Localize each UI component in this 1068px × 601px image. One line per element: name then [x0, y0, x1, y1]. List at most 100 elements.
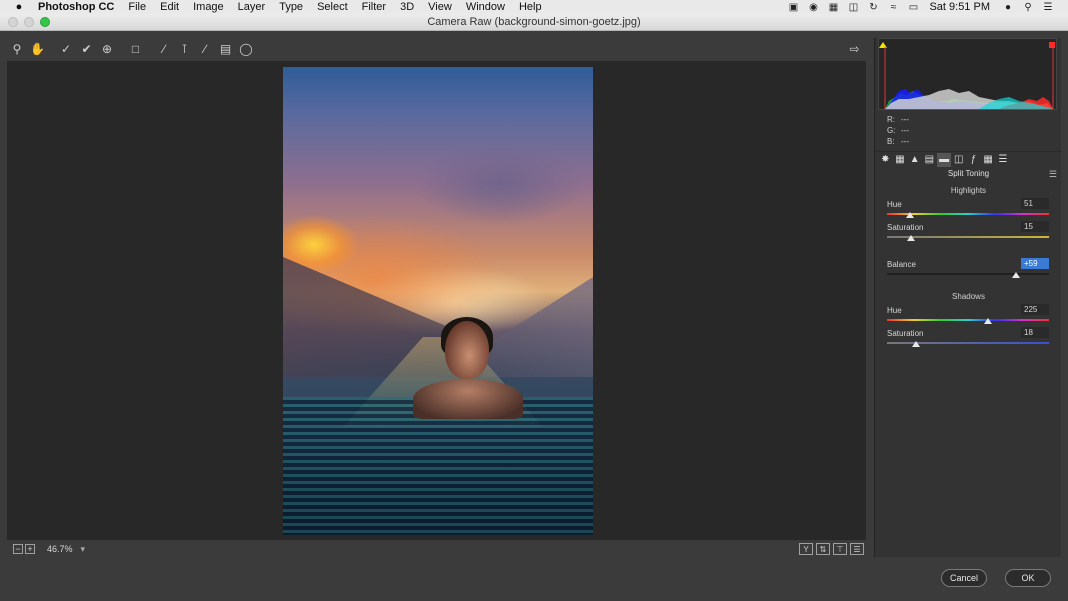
graduated-filter-icon[interactable]: ▤ — [216, 39, 236, 59]
hand-tool-icon[interactable]: ✋ — [28, 39, 48, 59]
color-sampler-tool-icon[interactable]: ✔ — [77, 39, 97, 59]
tab-effects-icon[interactable]: ƒ — [966, 153, 981, 167]
notification-center-icon[interactable]: ☰ — [1038, 0, 1058, 14]
menu-clock[interactable]: Sat 9:51 PM — [923, 1, 998, 13]
zoom-out-button[interactable]: − — [13, 544, 23, 554]
tab-basic-icon[interactable]: ✸ — [878, 153, 893, 167]
balance-slider[interactable]: Balance +59 — [887, 258, 1049, 282]
balance-thumb[interactable] — [1011, 272, 1020, 278]
tab-presets-icon[interactable]: ☰ — [996, 153, 1011, 167]
shadows-saturation-slider[interactable]: Saturation 18 — [887, 327, 1049, 351]
view-buttons: Y ⇅ ⊤ ☰ — [799, 543, 866, 555]
photo-face — [445, 321, 489, 379]
before-after-view-icon[interactable]: Y — [799, 543, 813, 555]
radial-filter-icon[interactable]: ◯ — [236, 39, 256, 59]
tab-detail-icon[interactable]: ▲ — [907, 153, 922, 167]
tab-lens-corrections-icon[interactable]: ◫ — [951, 153, 966, 167]
highlights-heading: Highlights — [950, 186, 987, 195]
highlights-hue-thumb[interactable] — [905, 212, 914, 218]
targeted-adjustment-tool-icon[interactable]: ⊕ — [97, 39, 117, 59]
minimize-window-button[interactable] — [24, 17, 34, 27]
ok-button[interactable]: OK — [1005, 569, 1051, 587]
display-icon[interactable]: ▦ — [823, 0, 843, 14]
blue-value: --- — [901, 137, 909, 146]
panel-title: Split Toning — [947, 169, 990, 178]
swap-settings-icon[interactable]: ⇅ — [816, 543, 830, 555]
apple-icon[interactable]: ● — [12, 0, 26, 14]
dialog-footer: Cancel OK — [0, 559, 1068, 601]
blue-label: B: — [887, 137, 895, 146]
adjustment-panel: R: --- G: --- B: --- ✸ ▦ ▲ ▤ ▬ ◫ ƒ ▦ ☰ Spli… — [874, 38, 1062, 557]
shadows-hue-slider[interactable]: Hue 225 — [887, 304, 1049, 328]
zoom-dropdown-icon[interactable]: ▾ — [81, 544, 86, 555]
close-window-button[interactable] — [8, 17, 18, 27]
white-balance-tool-icon[interactable]: ✓ — [56, 39, 76, 59]
user-icon[interactable]: ● — [998, 0, 1018, 14]
maximize-window-button[interactable] — [40, 17, 50, 27]
shadows-saturation-thumb[interactable] — [912, 341, 921, 347]
shadows-saturation-value[interactable]: 18 — [1021, 327, 1049, 338]
adjustment-brush-icon[interactable]: ∕ — [195, 39, 215, 59]
shadow-clipping-icon[interactable] — [879, 42, 887, 48]
balance-track[interactable] — [887, 273, 1049, 275]
shadows-heading: Shadows — [952, 292, 985, 301]
screen-record-icon[interactable]: ▣ — [783, 0, 803, 14]
menu-image[interactable]: Image — [186, 0, 231, 14]
time-machine-icon[interactable]: ↻ — [863, 0, 883, 14]
shadows-hue-track[interactable] — [887, 319, 1049, 321]
highlights-hue-value[interactable]: 51 — [1021, 198, 1049, 209]
tab-tone-curve-icon[interactable]: ▦ — [893, 153, 908, 167]
zoom-in-button[interactable]: + — [25, 544, 35, 554]
creative-cloud-icon[interactable]: ◉ — [803, 0, 823, 14]
grid-icon[interactable]: ◫ — [843, 0, 863, 14]
menu-filter[interactable]: Filter — [355, 0, 393, 14]
open-preferences-icon[interactable]: ⇨ — [845, 39, 865, 59]
straighten-tool-icon[interactable]: ∕ — [154, 39, 174, 59]
red-value: --- — [901, 115, 909, 124]
spotlight-icon[interactable]: ⚲ — [1018, 0, 1038, 14]
tab-split-toning-icon[interactable]: ▬ — [936, 152, 952, 167]
shadows-hue-value[interactable]: 225 — [1021, 304, 1049, 315]
shadows-saturation-label: Saturation — [887, 329, 924, 338]
window-title: Camera Raw (background-simon-goetz.jpg) — [427, 16, 641, 28]
menu-3d[interactable]: 3D — [393, 0, 421, 14]
zoom-tool-icon[interactable]: ⚲ — [7, 39, 27, 59]
toggle-settings-icon[interactable]: ☰ — [850, 543, 864, 555]
menu-edit[interactable]: Edit — [153, 0, 186, 14]
histogram-graph — [879, 42, 1055, 110]
preview-image[interactable] — [283, 67, 593, 535]
highlights-saturation-value[interactable]: 15 — [1021, 221, 1049, 232]
tab-hsl-icon[interactable]: ▤ — [922, 153, 937, 167]
spot-removal-tool-icon[interactable]: ⊺ — [175, 39, 195, 59]
highlights-hue-slider[interactable]: Hue 51 — [887, 198, 1049, 222]
panel-tabs: ✸ ▦ ▲ ▤ ▬ ◫ ƒ ▦ ☰ — [875, 151, 1062, 167]
preview-footer: − + 46.7% ▾ Y ⇅ ⊤ ☰ — [7, 541, 866, 557]
crop-tool-icon[interactable]: □ — [126, 39, 146, 59]
panel-menu-icon[interactable]: ☰ — [1049, 169, 1057, 180]
tab-camera-calibration-icon[interactable]: ▦ — [981, 153, 996, 167]
window-controls — [8, 17, 50, 27]
highlights-saturation-label: Saturation — [887, 223, 924, 232]
zoom-level[interactable]: 46.7% — [47, 544, 73, 554]
green-value: --- — [901, 126, 909, 135]
menu-layer[interactable]: Layer — [231, 0, 273, 14]
highlight-clipping-icon[interactable] — [1049, 42, 1055, 48]
copy-settings-icon[interactable]: ⊤ — [833, 543, 847, 555]
cancel-button[interactable]: Cancel — [941, 569, 987, 587]
menu-app-name[interactable]: Photoshop CC — [26, 0, 121, 14]
menu-view[interactable]: View — [421, 0, 459, 14]
image-preview-area[interactable] — [7, 61, 866, 540]
menu-type[interactable]: Type — [272, 0, 310, 14]
wifi-icon[interactable]: ≈ — [883, 0, 903, 14]
menu-window[interactable]: Window — [459, 0, 512, 14]
highlights-saturation-slider[interactable]: Saturation 15 — [887, 221, 1049, 245]
shadows-hue-thumb[interactable] — [984, 318, 993, 324]
airplay-icon[interactable]: ▭ — [903, 0, 923, 14]
menu-file[interactable]: File — [121, 0, 153, 14]
photo-shoulders — [413, 379, 523, 419]
balance-value[interactable]: +59 — [1021, 258, 1049, 269]
menu-select[interactable]: Select — [310, 0, 355, 14]
window-titlebar: Camera Raw (background-simon-goetz.jpg) — [0, 14, 1068, 31]
menu-help[interactable]: Help — [512, 0, 549, 14]
highlights-saturation-thumb[interactable] — [907, 235, 916, 241]
